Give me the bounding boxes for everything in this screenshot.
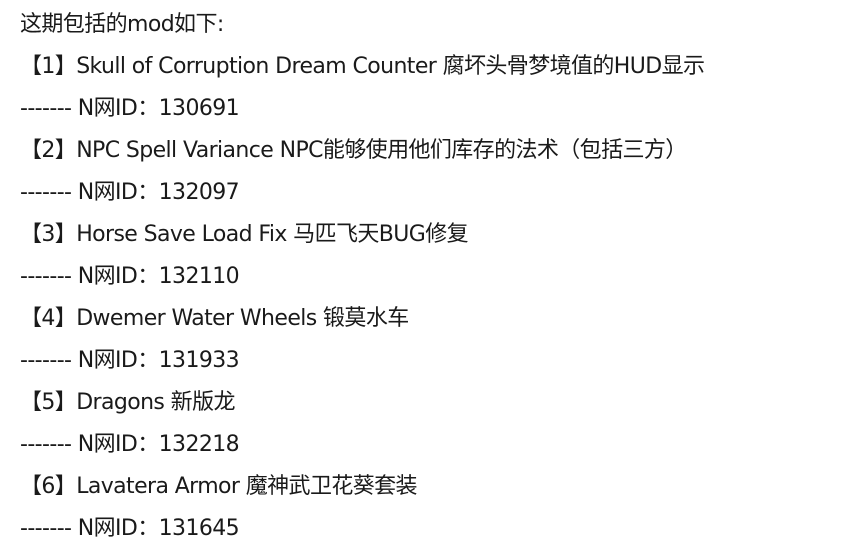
mod-title: 【2】NPC Spell Variance NPC能够使用他们库存的法术（包括三… [20,138,687,163]
mod-id: ------- N网ID：132110 [20,264,240,289]
mod-title: 【6】Lavatera Armor 魔神武卫花葵套装 [20,474,418,499]
mod-id: ------- N网ID：131933 [20,348,240,373]
mod-title: 【5】Dragons 新版龙 [20,390,235,415]
intro-text: 这期包括的mod如下: [20,12,224,37]
mod-title: 【1】Skull of Corruption Dream Counter 腐坏头… [20,54,705,79]
mod-id: ------- N网ID：132218 [20,432,240,457]
mod-id: ------- N网ID：130691 [20,96,240,121]
mod-id: ------- N网ID：131645 [20,516,240,541]
mod-title: 【3】Horse Save Load Fix 马匹飞天BUG修复 [20,222,469,247]
mod-title: 【4】Dwemer Water Wheels 锻莫水车 [20,306,409,331]
mod-id: ------- N网ID：132097 [20,180,240,205]
mod-list-document: 这期包括的mod如下: 【1】Skull of Corruption Dream… [0,0,860,550]
